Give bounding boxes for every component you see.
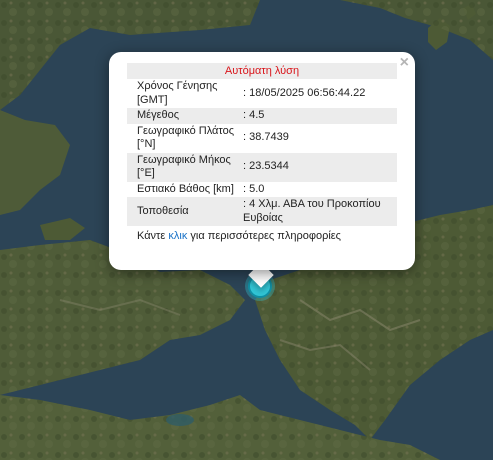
origin-time-value: : 18/05/2025 06:56:44.22: [243, 86, 366, 99]
table-row: Γεωγραφικό Πλάτος [°N] : 38.7439: [127, 124, 397, 153]
location-value: : 4 Χλμ. ΑΒΑ του Προκοπίου Ευβοίας: [239, 197, 397, 226]
depth-value: : 5.0: [243, 182, 265, 195]
popup-content: Αυτόματη λύση Χρόνος Γένησης [GMT] : 18/…: [127, 63, 397, 244]
table-row: Μέγεθος : 4.5: [127, 108, 397, 124]
longitude-label: Γεωγραφικό Μήκος [°E]: [127, 152, 239, 182]
table-row: Γεωγραφικό Μήκος [°E] : 23.5344: [127, 152, 397, 182]
earthquake-info-popup: × Αυτόματη λύση Χρόνος Γένησης [GMT] : 1…: [109, 52, 415, 270]
more-info-prefix: Κάντε: [137, 230, 169, 242]
close-icon[interactable]: ×: [400, 54, 409, 72]
popup-title: Αυτόματη λύση: [127, 63, 397, 79]
longitude-value: : 23.5344: [239, 152, 397, 182]
origin-time-label: Χρόνος Γένησης [GMT]: [137, 80, 218, 106]
more-info-link[interactable]: κλικ: [168, 230, 187, 242]
table-row: Εστιακό Βάθος [km] : 5.0: [127, 182, 397, 198]
latitude-value: : 38.7439: [243, 131, 289, 144]
latitude-label: Γεωγραφικό Πλάτος [°N]: [137, 124, 235, 151]
magnitude-value: : 4.5: [239, 108, 397, 124]
more-info-suffix: για περισσότερες πληροφορίες: [187, 230, 341, 242]
info-table: Χρόνος Γένησης [GMT] : 18/05/2025 06:56:…: [127, 79, 397, 226]
more-info-text: Κάντε κλικ για περισσότερες πληροφορίες: [127, 228, 397, 244]
location-label: Τοποθεσία: [127, 197, 239, 226]
depth-label: Εστιακό Βάθος [km]: [137, 182, 234, 195]
magnitude-label: Μέγεθος: [127, 108, 239, 124]
table-row: Χρόνος Γένησης [GMT] : 18/05/2025 06:56:…: [127, 79, 397, 108]
table-row: Τοποθεσία : 4 Χλμ. ΑΒΑ του Προκοπίου Ευβ…: [127, 197, 397, 226]
